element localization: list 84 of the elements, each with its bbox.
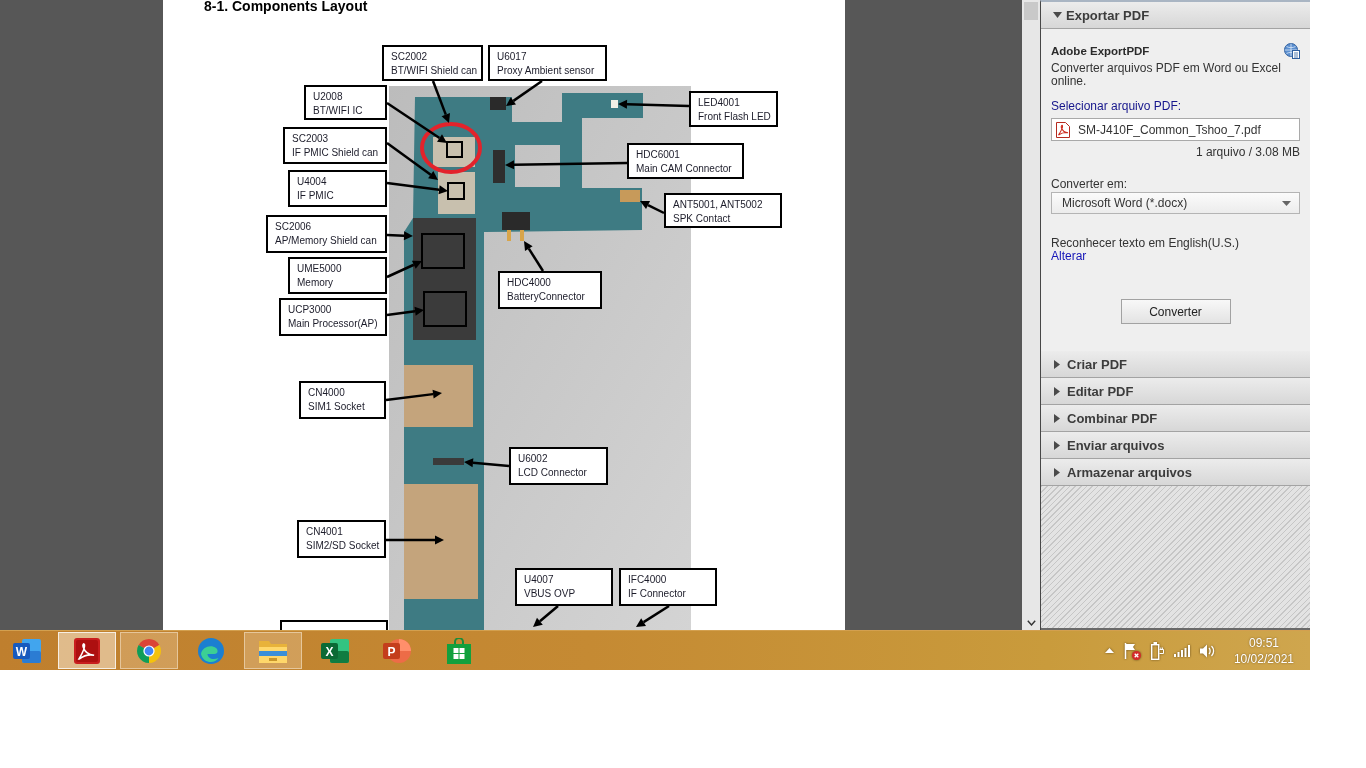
part-description-label: IF PMIC Shield can [292,146,379,160]
part-description-label: SIM1 Socket [308,400,365,414]
scrollbar-thumb[interactable] [1024,2,1038,20]
marker-square [421,233,465,269]
part-description-label: BT/WIFI Shield can [391,64,478,78]
select-file-label: Selecionar arquivo PDF: [1051,99,1182,113]
connector [493,150,505,183]
battery-connector [502,212,530,241]
section-header[interactable]: Exportar PDF [1041,2,1310,29]
part-number-label: U4007 [524,573,554,587]
highlight-circle [420,122,482,174]
scroll-down-icon[interactable] [1026,620,1036,626]
flag-icon[interactable] [1123,641,1141,660]
marker-square [447,182,465,200]
part-description-label: LCD Connector [518,466,587,480]
part-number-label: IFC4000 [628,573,667,587]
part-description-label: Front Flash LED [698,110,771,124]
wave-circle-icon [198,637,224,664]
marker-square [446,141,463,158]
taskbar-button[interactable] [58,632,116,669]
part-description-label: BatteryConnector [507,290,585,304]
vertical-scrollbar[interactable] [1022,0,1040,630]
speaker-icon[interactable] [1199,643,1216,658]
connector [433,458,464,465]
part-number-label: LED4001 [698,96,740,110]
part-number-label: SC2006 [275,220,312,234]
part-number-label: UME5000 [297,262,342,276]
ocr-language-label: Reconhecer texto em English(U.S.) [1051,237,1240,250]
part-number-label: ANT5001, ANT5002 [673,198,763,212]
taskbar-button[interactable]: W [0,632,54,669]
shopping-bag-icon [447,637,471,664]
globe-document-icon[interactable] [1284,43,1300,59]
taskbar-button[interactable]: P [368,632,426,669]
part-number-label: SC2003 [292,132,329,146]
taskbar-button[interactable]: X [306,632,364,669]
part-number-label: CN4000 [308,386,345,400]
part-description-label: VBUS OVP [524,587,576,601]
folder-icon [259,638,287,663]
led-component [611,100,618,108]
sim-socket [404,365,473,427]
segmented-circle-icon [136,637,162,664]
convert-button[interactable]: Converter [1120,299,1231,324]
convert-to-label: Converter em: [1051,177,1128,191]
part-description-label: AP/Memory Shield can [275,234,377,248]
section-header[interactable]: Criar PDF [1041,351,1310,378]
marker-square [423,291,467,327]
file-field[interactable]: SM-J410F_Common_Tshoo_7.pdf [1051,118,1300,141]
part-description-label: BT/WIFI IC [313,104,363,118]
part-description-label: SPK Contact [673,212,731,226]
part-description-label: Main CAM Connector [636,162,732,176]
page-heading: 8-1. Components Layout [204,0,368,12]
battery-plug-icon[interactable] [1150,641,1164,660]
part-number-label: HDC6001 [636,148,680,162]
swirl-tile-icon [74,637,100,664]
signal-bars-icon[interactable] [1173,644,1190,657]
pdf-file-icon [1056,121,1070,138]
part-number-label: U4004 [297,175,327,189]
file-size-label: 1 arquivo / 3.08 MB [1195,145,1300,159]
dropdown-caret-icon [1282,200,1291,206]
section-header[interactable]: Combinar PDF [1041,405,1310,432]
part-description-label: Proxy Ambient sensor [497,64,595,78]
part-number-label: UCP3000 [288,303,332,317]
chevron-up-icon[interactable] [1104,648,1114,653]
part-description-label: Memory [297,276,334,290]
taskbar-button[interactable] [120,632,178,669]
part-number-label: U2008 [313,90,343,104]
part-number-label: CN4001 [306,525,343,539]
service-title: Adobe ExportPDF [1051,44,1150,59]
section-header[interactable]: Armazenar arquivos [1041,459,1310,486]
speaker-contact [620,190,640,202]
part-number-label: HDC4000 [507,276,551,290]
part-description-label: Main Processor(AP) [288,317,378,331]
format-dropdown[interactable]: Microsoft Word (*.docx) [1051,192,1300,214]
part-number-label: U6002 [518,452,548,466]
change-link[interactable]: Alterar [1051,250,1087,263]
part-description-label: IF Connector [628,587,686,601]
section-header[interactable]: Enviar arquivos [1041,432,1310,459]
part-number-label: SC2002 [391,50,428,64]
part-description-label: IF PMIC [297,189,334,203]
section-header[interactable]: Editar PDF [1041,378,1310,405]
service-description: Converter arquivos PDF em Word ou Excel online. [1051,62,1282,88]
part-description-label: SIM2/SD Socket [306,539,380,553]
part-number-label: U6017 [497,50,527,64]
sensor-chip [490,97,506,110]
